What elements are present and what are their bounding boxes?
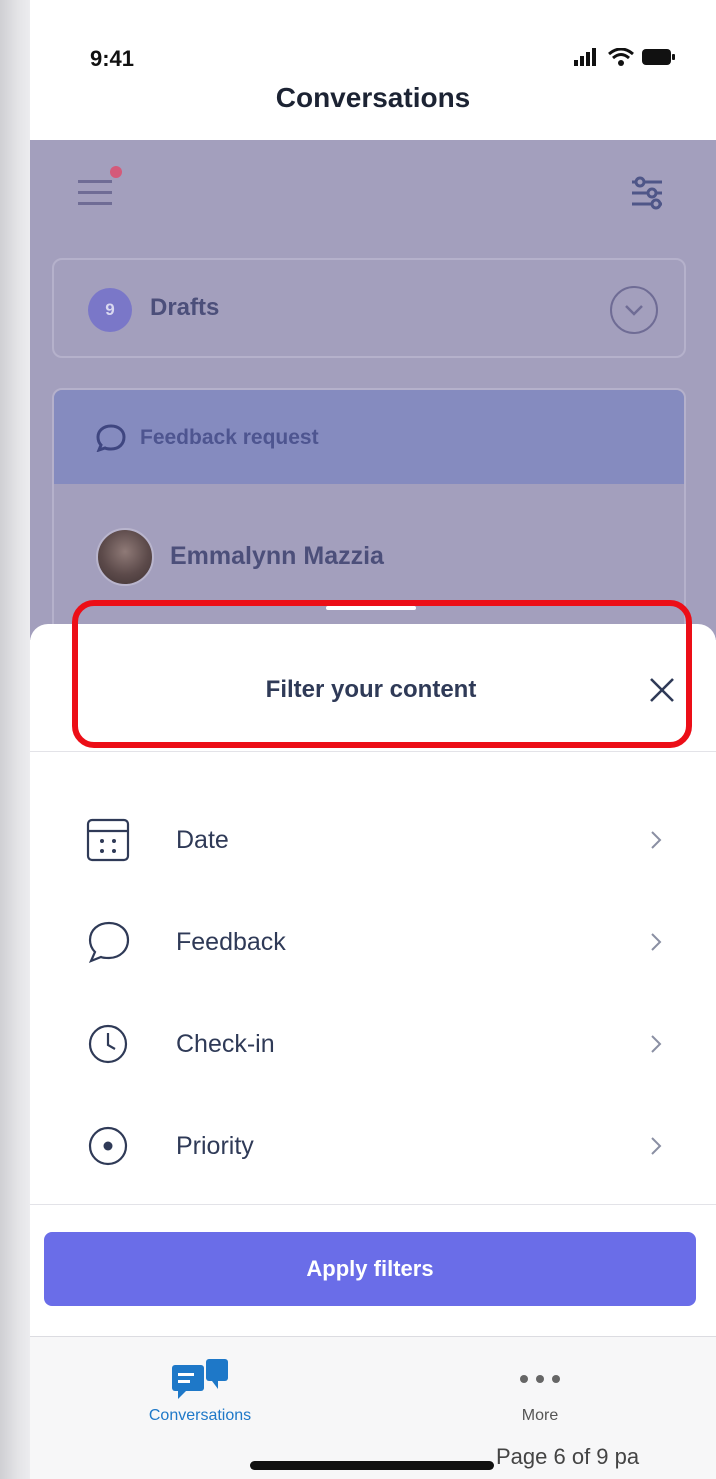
chevron-right-icon <box>651 1035 662 1053</box>
filter-item-priority[interactable]: Priority <box>30 1098 716 1200</box>
filter-label: Feedback <box>176 928 286 956</box>
filter-label: Priority <box>176 1132 254 1160</box>
status-icons <box>574 48 676 66</box>
page-number-footer: Page 6 of 9 pa <box>496 1444 640 1469</box>
drafts-count-badge: 9 <box>88 288 132 332</box>
tab-conversations[interactable]: Conversations <box>90 1347 310 1433</box>
close-icon <box>650 678 674 702</box>
notification-dot <box>110 166 122 178</box>
conversations-icon <box>172 1359 228 1399</box>
filter-bottom-sheet: Filter your content Date Feedback Check-… <box>30 600 716 1479</box>
divider <box>30 1204 716 1205</box>
feedback-card-header: Feedback request <box>54 390 684 484</box>
sheet-drag-handle[interactable] <box>326 606 416 610</box>
tab-label: More <box>521 1407 559 1424</box>
filter-list: Date Feedback Check-in Priority <box>30 792 716 1200</box>
filter-item-date[interactable]: Date <box>30 792 716 894</box>
filter-item-feedback[interactable]: Feedback <box>30 894 716 996</box>
status-bar: 9:41 Conversations <box>30 0 716 140</box>
drafts-label: Drafts <box>150 294 220 321</box>
chevron-right-icon <box>651 831 662 849</box>
more-dots-icon <box>520 1375 560 1383</box>
chevron-down-icon <box>625 305 643 316</box>
avatar <box>96 528 154 586</box>
sheet-title: Filter your content <box>265 676 477 703</box>
filter-item-check-in[interactable]: Check-in <box>30 996 716 1098</box>
status-time: 9:41 <box>90 46 135 71</box>
phone-screen: 9:41 Conversations 9 Drafts Feedback req… <box>30 0 716 1479</box>
apply-filters-button[interactable]: Apply filters <box>44 1232 696 1306</box>
filter-sliders-icon[interactable] <box>630 176 664 210</box>
calendar-icon <box>86 818 130 862</box>
target-dot-icon <box>88 1126 128 1166</box>
clock-icon <box>88 1024 128 1064</box>
sheet-header: Filter your content <box>30 624 716 752</box>
cellular-signal-icon <box>574 48 596 66</box>
chevron-right-icon <box>651 933 662 951</box>
tab-label: Conversations <box>148 1407 252 1424</box>
close-button[interactable] <box>644 672 680 708</box>
home-indicator <box>250 1461 494 1470</box>
feedback-card-title: Feedback request <box>140 426 319 449</box>
expand-button[interactable] <box>610 286 658 334</box>
tab-more[interactable]: More <box>430 1347 650 1433</box>
chevron-right-icon <box>651 1137 662 1155</box>
screen-title: Conversations <box>275 82 471 113</box>
speech-bubble-icon <box>96 424 126 452</box>
drafts-card[interactable]: 9 Drafts <box>52 258 686 358</box>
battery-icon <box>642 49 675 65</box>
person-name: Emmalynn Mazzia <box>170 542 384 570</box>
speech-bubble-icon <box>88 921 130 964</box>
hamburger-menu-icon[interactable] <box>78 176 114 208</box>
filter-label: Date <box>176 826 229 854</box>
dimmed-background: 9 Drafts Feedback request Emmalynn Mazzi… <box>30 140 716 648</box>
device-bezel <box>0 0 30 1479</box>
wifi-icon <box>608 48 634 66</box>
filter-label: Check-in <box>176 1030 275 1058</box>
